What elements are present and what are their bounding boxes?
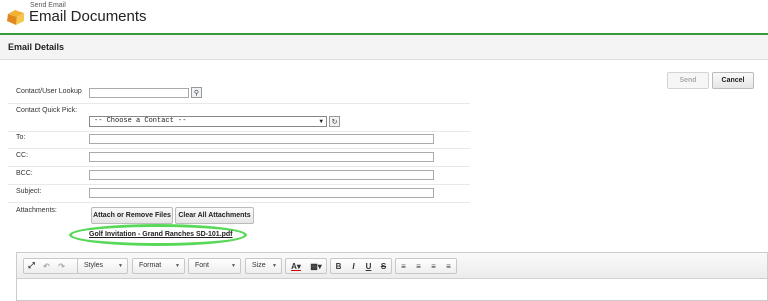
chevron-down-icon: ▼ xyxy=(231,263,236,269)
bcc-label: BCC: xyxy=(16,170,33,177)
chevron-down-icon: ▼ xyxy=(175,263,180,269)
cancel-button[interactable]: Cancel xyxy=(712,72,754,89)
lookup-search-icon[interactable]: ⚲ xyxy=(191,87,202,98)
lookup-input[interactable] xyxy=(89,88,189,98)
to-label: To: xyxy=(16,134,26,141)
maximize-icon[interactable]: ⤢ xyxy=(24,259,39,273)
lookup-label: Contact/User Lookup xyxy=(16,88,82,95)
underline-icon[interactable]: U xyxy=(361,259,376,273)
quickpick-selected-value: -- Choose a Contact -- xyxy=(94,117,187,125)
clear-attachments-button[interactable]: Clear All Attachments xyxy=(175,207,254,224)
size-dropdown[interactable]: Size ▼ xyxy=(245,258,282,274)
size-label: Size xyxy=(252,262,266,269)
strikethrough-icon[interactable]: S xyxy=(376,259,391,273)
font-label: Font xyxy=(195,262,210,269)
background-color-icon[interactable]: ▩▾ xyxy=(306,259,326,273)
row-divider xyxy=(8,202,470,203)
refresh-icon[interactable]: ↻ xyxy=(329,116,340,127)
section-title: Email Details xyxy=(8,42,65,52)
attachment-file-link[interactable]: Golf Invitation - Grand Ranches SD-101.p… xyxy=(89,231,233,238)
row-divider xyxy=(8,184,470,185)
row-divider xyxy=(8,131,470,132)
italic-icon[interactable]: I xyxy=(346,259,361,273)
align-right-icon[interactable]: ≡ xyxy=(426,259,441,273)
row-divider xyxy=(8,103,470,104)
font-dropdown[interactable]: Font ▼ xyxy=(188,258,241,274)
cc-field[interactable] xyxy=(89,152,434,162)
format-dropdown[interactable]: Format ▼ xyxy=(132,258,185,274)
email-documents-icon xyxy=(7,10,24,25)
page-header: Send Email Email Documents xyxy=(0,0,768,33)
text-color-icon[interactable]: A▾ xyxy=(286,259,306,273)
redo-icon[interactable]: ↷ xyxy=(54,259,69,273)
toolbar-group-colors: A▾ ▩▾ xyxy=(285,258,327,274)
justify-icon[interactable]: ≡ xyxy=(441,259,456,273)
undo-icon[interactable]: ↶ xyxy=(39,259,54,273)
page-title: Email Documents xyxy=(29,8,147,25)
styles-label: Styles xyxy=(84,262,104,269)
row-divider xyxy=(8,166,470,167)
styles-dropdown[interactable]: Styles ▼ xyxy=(77,258,128,274)
align-center-icon[interactable]: ≡ xyxy=(411,259,426,273)
editor-toolbar: ⤢ ↶ ↷ Styles ▼ Format ▼ Font ▼ Size ▼ A▾… xyxy=(17,253,767,279)
cc-label: CC: xyxy=(16,152,29,159)
toolbar-group-align: ≡ ≡ ≡ ≡ xyxy=(395,258,457,274)
format-label: Format xyxy=(139,262,162,269)
to-field[interactable] xyxy=(89,134,434,144)
quickpick-label: Contact Quick Pick: xyxy=(16,107,78,114)
section-header: Email Details xyxy=(0,35,768,60)
contact-quickpick-select[interactable]: -- Choose a Contact -- ▼ xyxy=(89,116,327,127)
subject-field[interactable] xyxy=(89,188,434,198)
row-divider xyxy=(8,148,470,149)
toolbar-group-view: ⤢ ↶ ↷ xyxy=(23,258,79,274)
subject-label: Subject: xyxy=(16,188,42,195)
attachments-label: Attachments: xyxy=(16,207,57,214)
message-editor[interactable]: ⤢ ↶ ↷ Styles ▼ Format ▼ Font ▼ Size ▼ A▾… xyxy=(16,252,768,301)
align-left-icon[interactable]: ≡ xyxy=(396,259,411,273)
bcc-field[interactable] xyxy=(89,170,434,180)
attach-files-button[interactable]: Attach or Remove Files xyxy=(91,207,173,224)
toolbar-group-basic: B I U S xyxy=(330,258,392,274)
chevron-down-icon: ▼ xyxy=(272,263,277,269)
chevron-down-icon: ▼ xyxy=(319,118,323,125)
send-button[interactable]: Send xyxy=(667,72,709,89)
bold-icon[interactable]: B xyxy=(331,259,346,273)
chevron-down-icon: ▼ xyxy=(118,263,123,269)
